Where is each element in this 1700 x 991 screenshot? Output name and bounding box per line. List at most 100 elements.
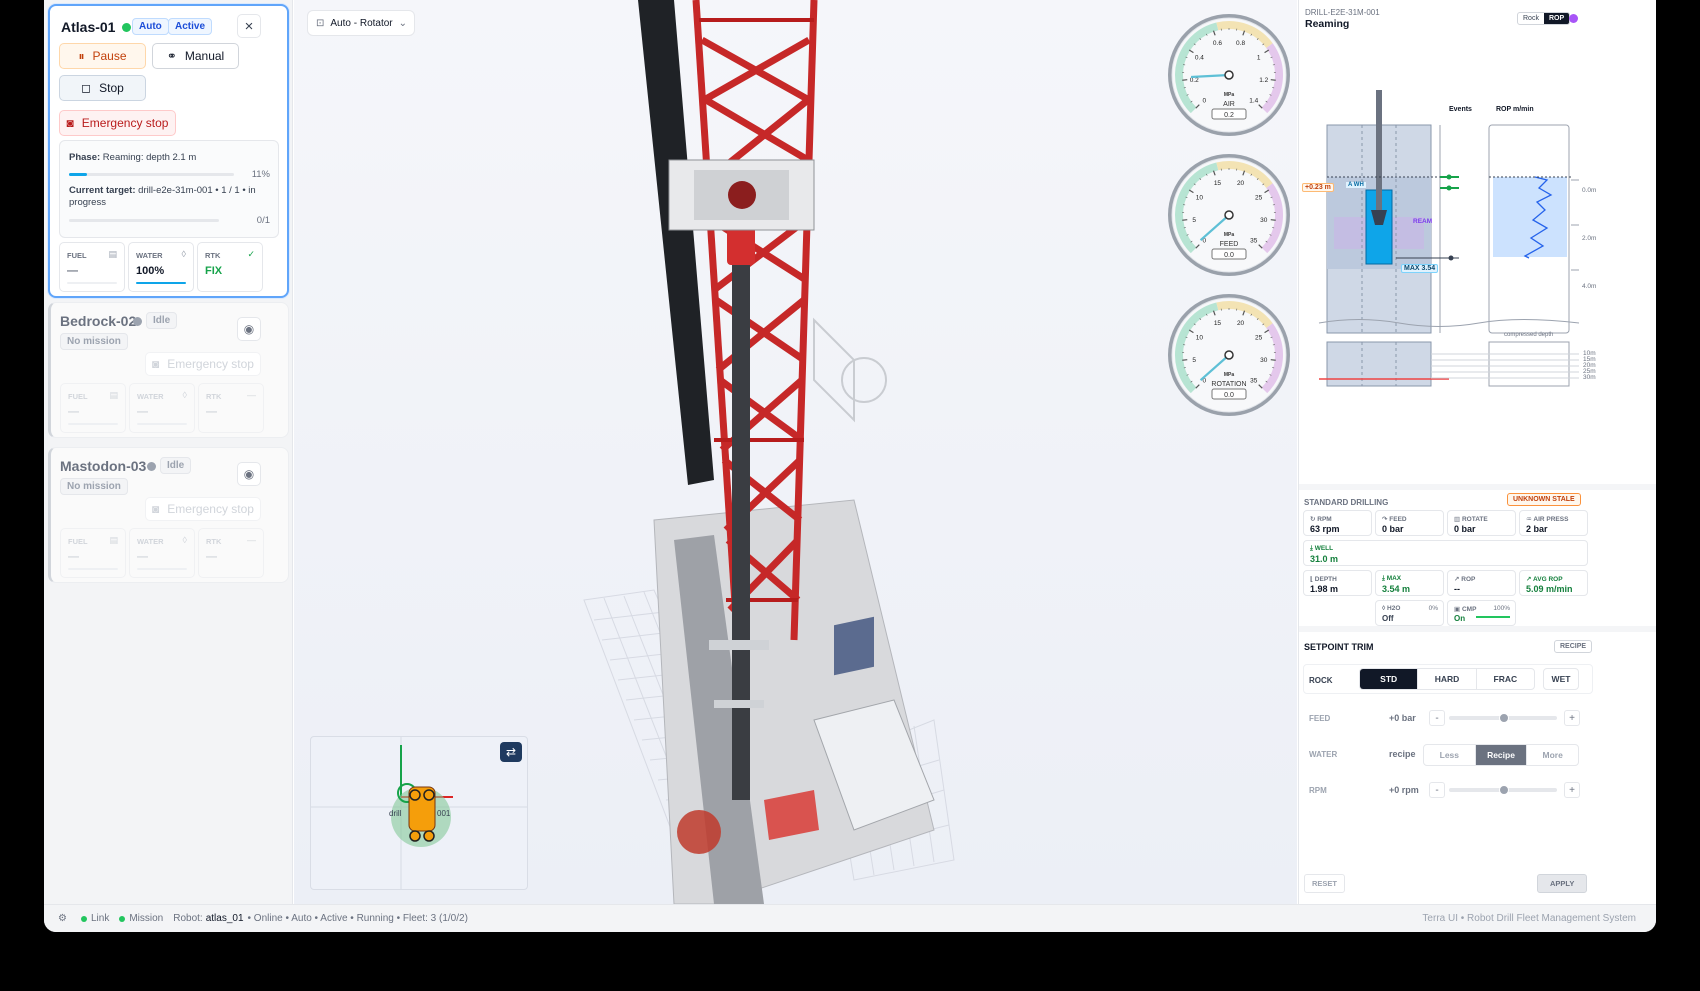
svg-text:30: 30	[1260, 217, 1268, 224]
metric-rpm: ↻ RPM 63 rpm	[1303, 510, 1372, 536]
feed-decrement-button[interactable]: -	[1429, 710, 1445, 726]
svg-text:MPa: MPa	[1224, 92, 1235, 98]
svg-text:15: 15	[1214, 320, 1222, 327]
phase-value: Reaming: depth 2.1 m	[102, 152, 197, 163]
svg-text:0: 0	[1202, 98, 1206, 105]
rtk-stat: RTK ✓ FIX	[197, 242, 263, 292]
camera-mode-dropdown[interactable]: ⊡ Auto - Rotator ⌄	[307, 10, 415, 36]
robot-card-atlas[interactable]: Atlas-01 Auto Active × ⏸ Pause ⚭ Manual ◻ S…	[48, 4, 289, 298]
robot-card-mastodon[interactable]: Mastodon-03 Idle ◉ No mission ◙ Emergency…	[48, 447, 289, 583]
drill-state: Reaming	[1305, 18, 1350, 30]
rpm-decrement-button[interactable]: -	[1429, 782, 1445, 798]
3d-viewport[interactable]: ⊡ Auto - Rotator ⌄ 0 0.2 0.4 0.6 0.8 1 1.2 1.4 M…	[294, 0, 1297, 904]
reset-button[interactable]: RESET	[1304, 874, 1346, 893]
svg-text:10: 10	[1196, 194, 1204, 201]
robot-label: Robot:	[173, 913, 203, 924]
fuel-stat: FUEL ▤ —	[59, 242, 125, 292]
state-badge: Idle	[146, 312, 178, 329]
rtk-stat: RTK — —	[198, 383, 264, 433]
rpm-increment-button[interactable]: +	[1564, 782, 1580, 798]
wet-toggle[interactable]: WET	[1543, 668, 1579, 690]
water-more[interactable]: More	[1527, 745, 1578, 765]
svg-text:5: 5	[1192, 357, 1196, 364]
minimap[interactable]: drill 001 ⇄	[310, 736, 528, 890]
fuel-stat: FUEL ▤ —	[60, 383, 126, 433]
metric-avg-rop: ↗ AVG ROP 5.09 m/min	[1519, 570, 1588, 596]
drill-id: DRILL-E2E-31M-001	[1305, 8, 1380, 17]
water-recipe[interactable]: Recipe	[1475, 745, 1528, 765]
rpm-slider[interactable]	[1449, 785, 1557, 795]
depth-tick: 4.0m	[1582, 283, 1597, 290]
gauge-rotation: 0 5 10 15 20 25 30 35 MPa ROTATION 0.0	[1166, 292, 1292, 418]
toggle-rock[interactable]: Rock	[1518, 13, 1544, 24]
rock-rop-toggle[interactable]: Rock ROP	[1517, 12, 1571, 25]
emergency-stop-button[interactable]: ◙ Emergency stop	[145, 352, 261, 376]
water-stat: WATER ◊ —	[129, 383, 195, 433]
pause-button[interactable]: ⏸ Pause	[59, 43, 146, 69]
svg-text:30: 30	[1260, 357, 1268, 364]
trend-icon: ↗	[1454, 576, 1460, 583]
svg-text:AIR: AIR	[1223, 101, 1235, 108]
water-stat: WATER ◊ 100%	[128, 242, 194, 292]
manual-button[interactable]: ⚭ Manual	[152, 43, 239, 69]
svg-text:35: 35	[1250, 378, 1258, 385]
svg-text:1.2: 1.2	[1259, 77, 1268, 84]
awh-label: A WH	[1346, 182, 1366, 188]
robot-name: Atlas-01	[61, 19, 116, 35]
rtk-stat: RTK — —	[198, 528, 264, 578]
svg-text:ROTATION: ROTATION	[1211, 381, 1246, 388]
water-selector[interactable]: Less Recipe More	[1423, 744, 1579, 766]
mission-badge: No mission	[60, 333, 128, 350]
water-less[interactable]: Less	[1424, 745, 1476, 765]
phase-progress-bar	[69, 173, 234, 176]
drill-diagram-section: DRILL-E2E-31M-001 Reaming Rock ROP Event…	[1299, 0, 1656, 484]
deep-ticks: 10m 15m 20m 25m 30m	[1583, 350, 1596, 381]
phase-progress-text: 11%	[251, 169, 270, 180]
eye-icon[interactable]: ◉	[237, 317, 261, 341]
apply-button[interactable]: APPLY	[1537, 874, 1588, 893]
settings-icon[interactable]: ⚙	[58, 913, 67, 924]
eye-icon[interactable]: ◉	[237, 462, 261, 486]
rpm-icon: ↻	[1310, 516, 1316, 523]
mission-badge: No mission	[60, 478, 128, 495]
status-dot	[122, 23, 131, 32]
emergency-stop-button[interactable]: ◙ Emergency stop	[59, 110, 176, 136]
robot-id: atlas_01	[205, 913, 244, 924]
feed-increment-button[interactable]: +	[1564, 710, 1580, 726]
rock-hard[interactable]: HARD	[1418, 669, 1477, 689]
stop-button[interactable]: ◻ Stop	[59, 75, 146, 101]
events-label: Events	[1449, 106, 1472, 113]
svg-text:5: 5	[1192, 217, 1196, 224]
robot-card-bedrock[interactable]: Bedrock-02 Idle ◉ No mission ◙ Emergency …	[48, 302, 289, 438]
air-icon: ♒	[1526, 516, 1532, 523]
rock-std[interactable]: STD	[1360, 669, 1419, 689]
compressed-depth-label: compressed depth	[1504, 332, 1554, 338]
depth-tick: 0.0m	[1582, 187, 1597, 194]
svg-text:MPa: MPa	[1224, 232, 1235, 238]
standard-drilling-section: STANDARD DRILLING UNKNOWN STALE ↻ RPM 63 …	[1299, 490, 1656, 626]
svg-text:0.2: 0.2	[1224, 112, 1234, 119]
feed-slider[interactable]	[1449, 713, 1557, 723]
rop-label: ROP m/min	[1496, 106, 1534, 113]
fuel-icon: ▤	[109, 535, 118, 545]
recipe-button[interactable]: RECIPE	[1554, 640, 1593, 653]
borehole-diagram	[1318, 90, 1580, 387]
rock-selector[interactable]: STD HARD FRAC	[1359, 668, 1535, 690]
status-dot	[147, 462, 156, 471]
swap-view-icon[interactable]: ⇄	[500, 742, 522, 762]
gauge-feed: 0 5 10 15 20 25 30 35 MPa FEED 0.0	[1166, 152, 1292, 278]
h2o-status: ◊ H2O 0% Off	[1375, 600, 1444, 626]
estop-icon: ◙	[152, 357, 160, 371]
close-icon[interactable]: ×	[237, 14, 261, 38]
well-icon: ⤓	[1310, 545, 1313, 552]
status-bar: ⚙ Link Mission Robot: atlas_01 • Online …	[44, 904, 1656, 932]
camera-mode-label: Auto - Rotator	[330, 17, 393, 29]
toggle-rop[interactable]: ROP	[1543, 13, 1570, 24]
emergency-stop-button[interactable]: ◙ Emergency stop	[145, 497, 261, 521]
feed-label: FEED	[1309, 714, 1331, 723]
svg-text:20: 20	[1237, 320, 1245, 327]
camera-icon: ⊡	[316, 17, 325, 29]
robot-name: Mastodon-03	[60, 458, 147, 474]
status-dot	[133, 317, 142, 326]
rock-frac[interactable]: FRAC	[1477, 669, 1534, 689]
